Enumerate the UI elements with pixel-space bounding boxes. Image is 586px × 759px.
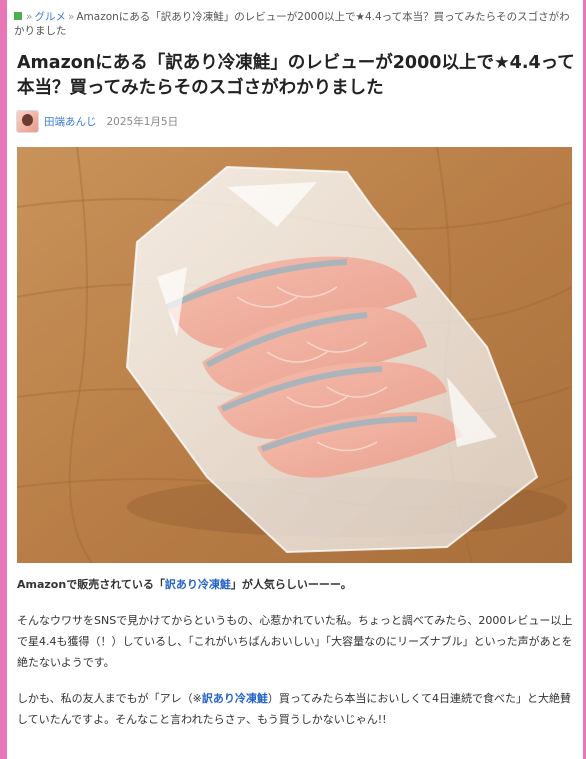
author-avatar[interactable] (16, 109, 39, 133)
window-frame-left (0, 0, 7, 759)
body-paragraph: そんなウワサをSNSで見かけてからというもの、心惹かれていた私。ちょっと調べてみ… (17, 614, 573, 669)
breadcrumb: » グルメ» Amazonにある「訳あり冷凍鮭」のレビューが2000以上で★4.4っ… (14, 10, 574, 38)
author-link[interactable]: 田端あんじ (44, 114, 97, 129)
breadcrumb-separator: » (67, 11, 75, 23)
lead-paragraph: Amazonで販売されている「訳あり冷凍鮭」が人気らしいーーー。 (17, 578, 352, 591)
body-paragraph: しかも、私の友人までもが「アレ（※訳あり冷凍鮭）買ってみたら本当においしくて4日… (17, 692, 572, 726)
publish-date: 2025年1月5日 (106, 115, 179, 128)
breadcrumb-current: Amazonにある「訳あり冷凍鮭」のレビューが2000以上で★4.4って本当？買… (14, 11, 570, 37)
byline: 田端あんじ 2025年1月5日 (16, 109, 178, 133)
breadcrumb-gourmet-link[interactable]: グルメ (34, 11, 66, 23)
breadcrumb-separator: » (26, 11, 33, 23)
product-link[interactable]: 訳あり冷凍鮭 (165, 578, 231, 591)
article-title: Amazonにある「訳あり冷凍鮭」のレビューが2000以上で★4.4って本当？買… (17, 53, 575, 98)
product-link[interactable]: 訳あり冷凍鮭 (202, 692, 268, 705)
article-hero-image (17, 147, 572, 563)
home-icon[interactable] (14, 12, 22, 20)
